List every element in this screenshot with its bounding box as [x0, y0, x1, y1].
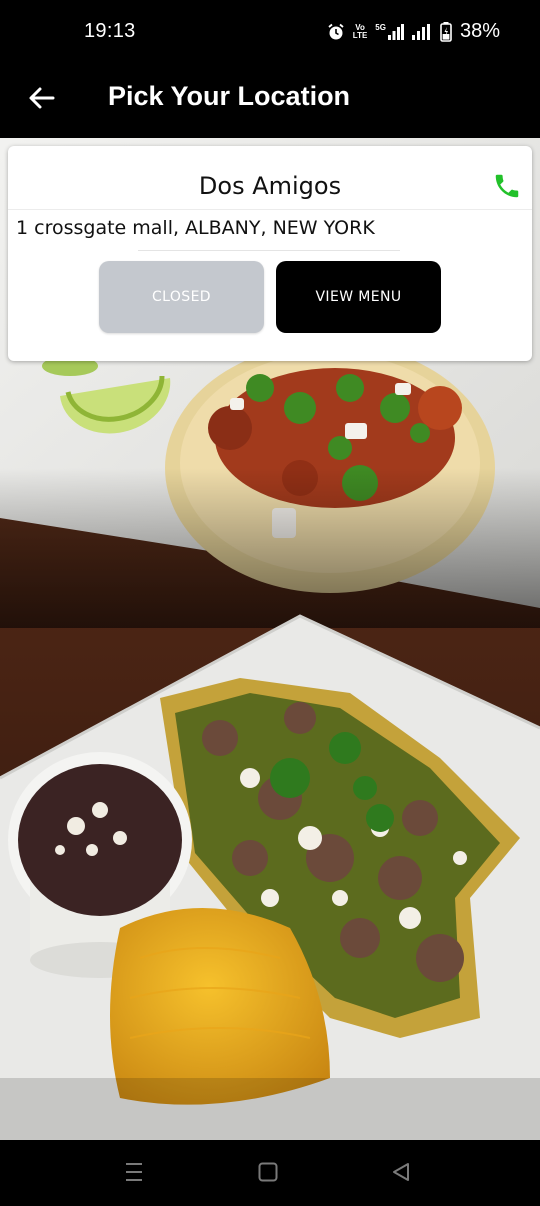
closed-button[interactable]: CLOSED [99, 261, 264, 333]
card-divider [8, 209, 532, 210]
menu-lines-icon[interactable] [122, 1160, 146, 1184]
status-icons: Vo LTE 5G 38% [327, 20, 500, 43]
alarm-icon [328, 23, 344, 39]
battery-icon [440, 21, 452, 42]
phone-icon[interactable] [492, 171, 522, 201]
system-nav-bar [0, 1140, 540, 1206]
app-header: Pick Your Location [0, 70, 540, 138]
battery-percent: 38% [459, 20, 500, 42]
home-square-icon[interactable] [256, 1160, 280, 1184]
net-label: 5G [375, 22, 386, 32]
view-menu-button[interactable]: VIEW MENU [276, 261, 441, 333]
back-triangle-icon[interactable] [389, 1160, 413, 1184]
location-card: Dos Amigos 1 crossgate mall, ALBANY, NEW… [8, 146, 532, 361]
address-underline [138, 250, 400, 251]
screen: 19:13 Vo LTE 5G 38% Pick Your Location D… [0, 0, 540, 1206]
page-title: Pick Your Location [108, 81, 351, 111]
5g-signal-icon: 5G [375, 22, 404, 40]
status-time: 19:13 [84, 20, 136, 42]
back-arrow-icon[interactable] [26, 82, 58, 114]
restaurant-name: Dos Amigos [198, 172, 342, 200]
volte-icon: Vo LTE [352, 22, 368, 40]
signal-icon [411, 23, 430, 40]
restaurant-address: 1 crossgate mall, ALBANY, NEW YORK [16, 217, 375, 239]
status-bar: 19:13 Vo LTE 5G 38% [0, 0, 540, 70]
